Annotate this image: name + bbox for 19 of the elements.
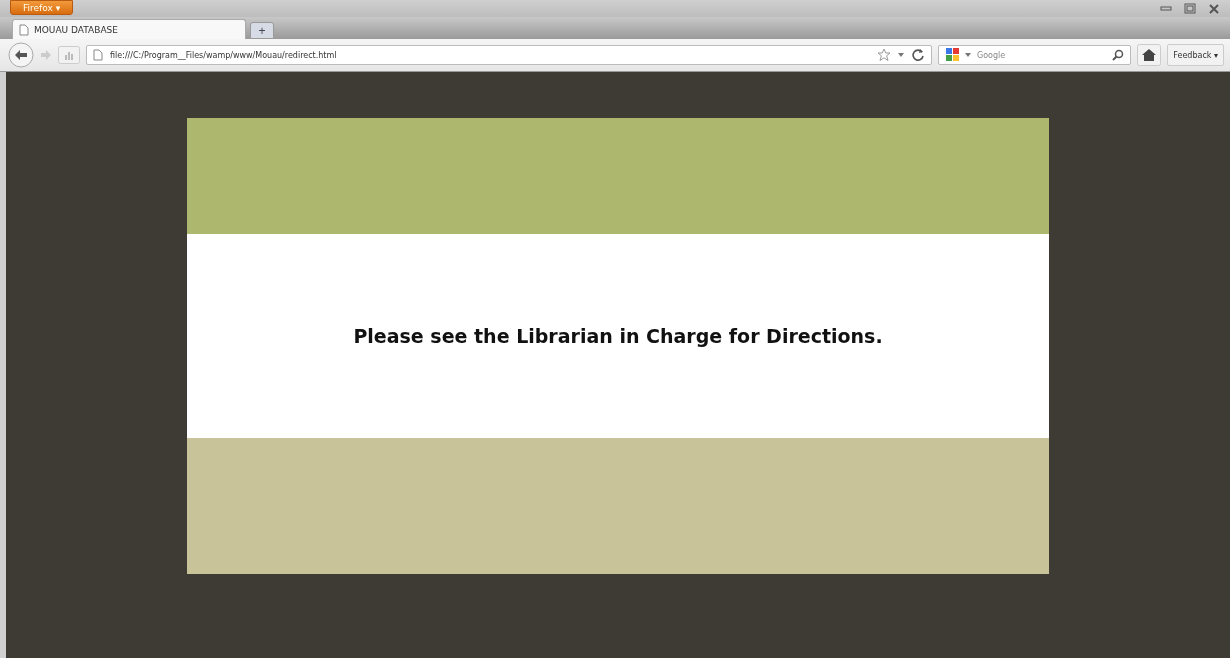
address-field[interactable]: file:///C:/Program__Files/wamp/www/Mouau/redirect.html <box>86 45 932 65</box>
minimize-icon[interactable] <box>1160 3 1172 13</box>
maximize-icon[interactable] <box>1184 3 1196 15</box>
tab-title: MOUAU DATABASE <box>34 24 118 35</box>
star-icon[interactable] <box>877 48 891 62</box>
dropdown-arrow-icon[interactable] <box>898 53 904 57</box>
search-icon[interactable] <box>1112 49 1125 61</box>
search-engine-icon[interactable] <box>945 47 961 63</box>
feedback-button[interactable]: Feedback ▾ <box>1167 44 1224 66</box>
close-icon[interactable] <box>1208 3 1220 15</box>
page-icon <box>19 23 29 36</box>
reload-icon[interactable] <box>911 48 925 62</box>
home-icon[interactable] <box>1137 44 1162 66</box>
browser-tab[interactable]: MOUAU DATABASE <box>12 19 246 39</box>
message-text: Please see the Librarian in Charge for Directions. <box>353 325 883 347</box>
dropdown-arrow-icon[interactable] <box>965 53 971 57</box>
new-tab-button[interactable]: + <box>250 22 274 39</box>
search-bar[interactable]: Google <box>938 45 1132 65</box>
page-icon <box>93 49 103 61</box>
